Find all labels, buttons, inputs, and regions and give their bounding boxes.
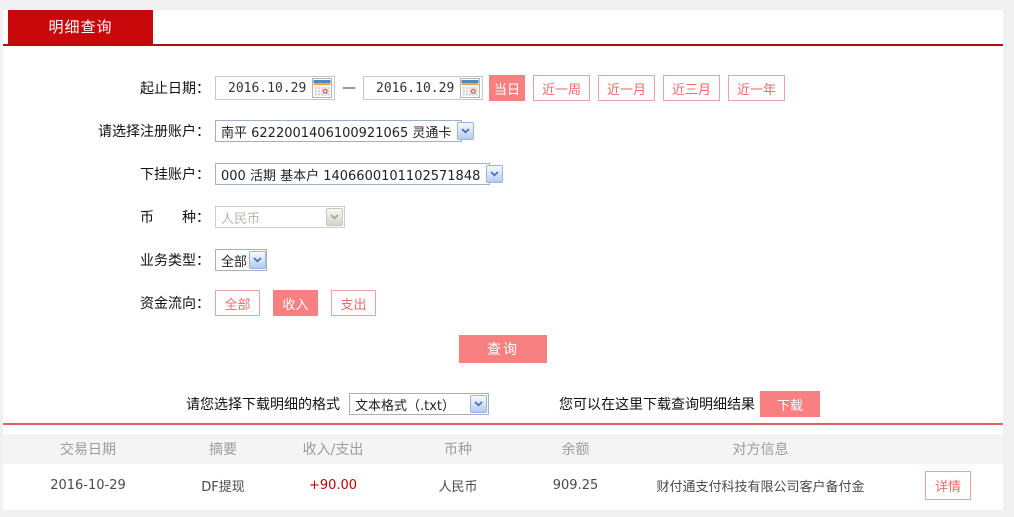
query-button[interactable]: 查询 xyxy=(459,335,547,363)
date-range-row: 起止日期： 2016.10.29 — 2016.10.29 当日 近一周 近一月… xyxy=(3,75,1003,101)
cell-balance: 909.25 xyxy=(552,478,599,493)
table-header-row: 交易日期 摘要 收入/支出 币种 余额 对方信息 xyxy=(3,434,1003,464)
query-form: 起止日期： 2016.10.29 — 2016.10.29 当日 近一周 近一月… xyxy=(3,10,1003,417)
cell-trade-date: 2016-10-29 xyxy=(50,478,126,493)
date-range-separator: — xyxy=(342,80,356,96)
header-trade-date: 交易日期 xyxy=(60,442,116,458)
detail-query-panel: 明细查询 起止日期： 2016.10.29 — 2016.10.29 当日 近一… xyxy=(3,10,1003,510)
cell-counterparty: 财付通支付科技有限公司客户备付金 xyxy=(656,480,865,495)
sub-account-select[interactable]: 000 活期 基本户 1406600101102571848 xyxy=(215,163,504,185)
header-balance: 余额 xyxy=(561,442,590,458)
table-top-divider xyxy=(3,423,1003,425)
business-type-select[interactable]: 全部 xyxy=(215,249,267,271)
dropdown-arrow-icon xyxy=(486,165,504,183)
currency-value: 人民币 xyxy=(221,211,261,227)
quick-range-quarter-button[interactable]: 近三月 xyxy=(663,75,721,101)
dropdown-arrow-icon xyxy=(326,208,343,226)
start-date-input[interactable]: 2016.10.29 xyxy=(215,76,335,100)
calendar-icon[interactable] xyxy=(460,78,480,98)
quick-range-today-button[interactable]: 当日 xyxy=(489,75,525,101)
query-button-row: 查询 xyxy=(3,335,1003,363)
business-type-row: 业务类型： 全部 xyxy=(3,247,1003,273)
quick-range-buttons: 当日 近一周 近一月 近三月 近一年 xyxy=(483,75,786,101)
register-account-value: 南平 6222001406100921065 灵通卡 xyxy=(221,125,452,141)
tab-detail-query[interactable]: 明细查询 xyxy=(8,10,153,44)
header-currency: 币种 xyxy=(444,442,472,458)
date-range-label: 起止日期： xyxy=(140,81,210,97)
currency-label: 币 种： xyxy=(140,210,210,226)
cell-action: 详情 xyxy=(893,471,1003,500)
dropdown-arrow-icon xyxy=(457,122,475,140)
header-counterparty: 对方信息 xyxy=(732,442,789,458)
currency-row: 币 种： 人民币 xyxy=(3,204,1003,230)
table-row: 2016-10-29 DF提现 +90.00 人民币 909.25 财付通支付科… xyxy=(3,464,1003,507)
calendar-icon[interactable] xyxy=(312,78,332,98)
quick-range-month-button[interactable]: 近一月 xyxy=(598,75,656,101)
business-type-label: 业务类型： xyxy=(140,253,210,269)
start-date-value: 2016.10.29 xyxy=(228,80,307,96)
fund-flow-expense-button[interactable]: 支出 xyxy=(331,290,376,316)
cell-amount: +90.00 xyxy=(308,478,358,493)
download-row: 请您选择下载明细的格式 文本格式（.txt） 您可以在这里下载查询明细结果 下载 xyxy=(3,391,1003,417)
download-hint-text: 您可以在这里下载查询明细结果 xyxy=(559,397,755,413)
fund-flow-income-button[interactable]: 收入 xyxy=(273,290,318,316)
fund-flow-label: 资金流向： xyxy=(140,296,210,312)
register-account-row: 请选择注册账户： 南平 6222001406100921065 灵通卡 xyxy=(3,118,1003,144)
sub-account-label: 下挂账户： xyxy=(140,167,210,183)
sub-account-value: 000 活期 基本户 1406600101102571848 xyxy=(221,168,481,184)
header-summary: 摘要 xyxy=(209,442,237,458)
quick-range-week-button[interactable]: 近一周 xyxy=(533,75,591,101)
quick-range-year-button[interactable]: 近一年 xyxy=(728,75,786,101)
download-button[interactable]: 下载 xyxy=(760,391,820,417)
download-format-value: 文本格式（.txt） xyxy=(355,398,456,414)
download-format-select[interactable]: 文本格式（.txt） xyxy=(349,393,489,415)
fund-flow-buttons: 全部 收入 支出 xyxy=(215,290,389,316)
detail-button[interactable]: 详情 xyxy=(924,471,971,500)
register-account-label: 请选择注册账户： xyxy=(98,124,210,140)
dropdown-arrow-icon xyxy=(249,251,267,269)
cell-currency: 人民币 xyxy=(438,480,478,495)
fund-flow-row: 资金流向： 全部 收入 支出 xyxy=(3,290,1003,316)
end-date-value: 2016.10.29 xyxy=(376,80,455,96)
tab-underline xyxy=(3,44,1003,46)
cell-summary: DF提现 xyxy=(201,480,245,495)
fund-flow-all-button[interactable]: 全部 xyxy=(215,290,260,316)
end-date-input[interactable]: 2016.10.29 xyxy=(363,76,483,100)
download-format-label: 请您选择下载明细的格式 xyxy=(186,397,340,413)
dropdown-arrow-icon xyxy=(470,395,487,413)
header-income-expense: 收入/支出 xyxy=(302,442,364,458)
sub-account-row: 下挂账户： 000 活期 基本户 1406600101102571848 xyxy=(3,161,1003,187)
business-type-value: 全部 xyxy=(221,254,248,270)
register-account-select[interactable]: 南平 6222001406100921065 灵通卡 xyxy=(215,120,475,142)
currency-select: 人民币 xyxy=(215,206,345,228)
